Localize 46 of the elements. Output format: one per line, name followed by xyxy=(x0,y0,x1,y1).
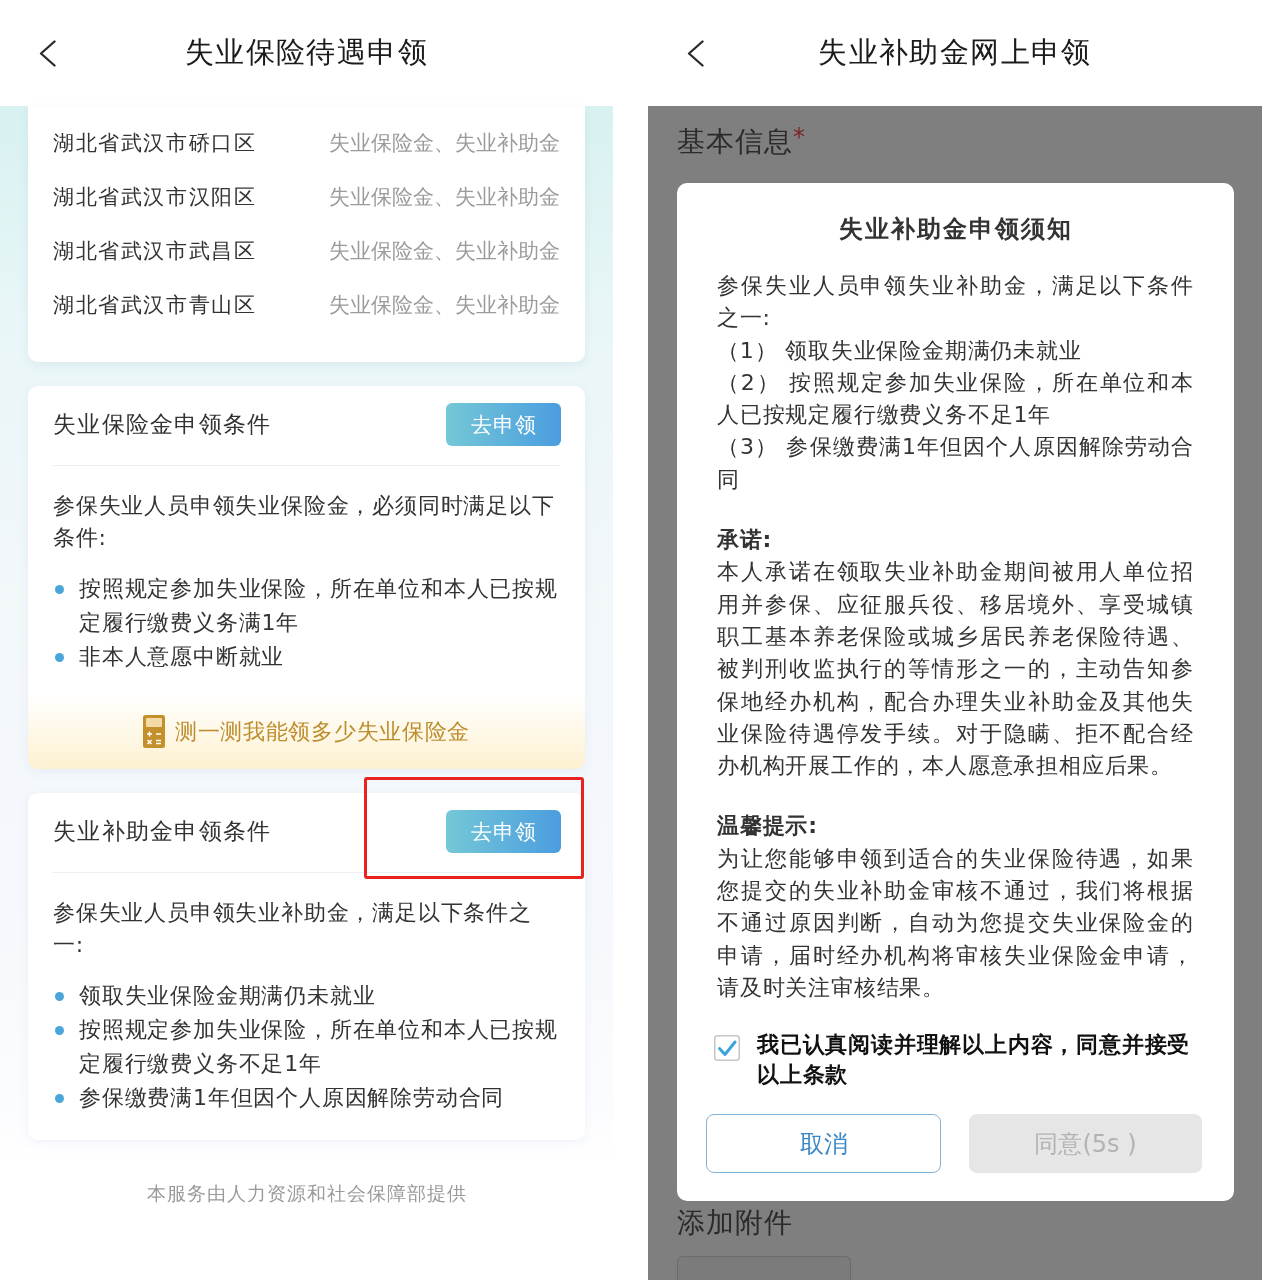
section-title: 添加附件 xyxy=(677,1205,794,1242)
region-name: 湖北省武汉市青山区 xyxy=(53,292,257,319)
benefit-types: 失业保险金、失业补助金 xyxy=(329,184,560,211)
chevron-left-icon[interactable] xyxy=(39,39,56,67)
cancel-button[interactable]: 取消 xyxy=(706,1114,941,1174)
bullet-icon xyxy=(55,584,64,594)
dialog-title: 失业补助金申领须知 xyxy=(837,214,1074,245)
provider-note: 本服务由人力资源和社会保障部提供 xyxy=(146,1182,467,1206)
required-mark: * xyxy=(793,122,806,152)
note-heading: 承诺: xyxy=(717,526,774,555)
page-title: 失业保险待遇申领 xyxy=(184,34,429,71)
chevron-left-icon[interactable] xyxy=(687,39,704,67)
bullet-icon xyxy=(55,1025,64,1035)
condition-text: 非本人意愿中断就业 xyxy=(79,643,285,671)
condition-text: 按照规定参加失业保险，所在单位和本人已按规定履行缴费义务不足1年 xyxy=(79,1016,559,1078)
section-title: 基本信息 xyxy=(677,124,793,160)
calculator-icon xyxy=(142,715,165,748)
condition-text: 按照规定参加失业保险，所在单位和本人已按规定履行缴费义务满1年 xyxy=(79,575,559,637)
bullet-icon xyxy=(55,652,64,662)
note-text: 为让您能够申领到适合的失业保险待遇，如果您提交的失业补助金审核不通过，我们将根据不通过原因判断，自动为您提交失业保险金的申请，届时经办机构将审核失业保险金申请，请及时关注审核结果。 xyxy=(717,844,1194,1002)
condition-intro: 参保失业人员申领失业保险金，必须同时满足以下条件: xyxy=(53,492,556,552)
apply-button[interactable]: 去申领 xyxy=(446,810,561,853)
page-title: 失业补助金网上申领 xyxy=(818,34,1092,71)
region-name: 湖北省武汉市汉阳区 xyxy=(53,184,257,211)
region-name: 湖北省武汉市硚口区 xyxy=(53,130,257,157)
condition-text: （3） 参保缴费满1年但因个人原因解除劳动合同 xyxy=(717,433,1194,494)
benefit-types: 失业保险金、失业补助金 xyxy=(329,292,560,319)
calculator-link[interactable]: 测一测我能领多少失业保险金 xyxy=(28,694,585,769)
checkbox[interactable] xyxy=(714,1035,740,1062)
note-heading: 温馨提示: xyxy=(717,812,819,841)
notice-intro: 参保失业人员申领失业补助金，满足以下条件之一: xyxy=(717,272,1194,333)
condition-text: （2） 按照规定参加失业保险，所在单位和本人已按规定履行缴费义务不足1年 xyxy=(717,368,1194,430)
benefit-types: 失业保险金、失业补助金 xyxy=(329,238,560,265)
condition-text: 参保缴费满1年但因个人原因解除劳动合同 xyxy=(79,1084,505,1112)
benefit-types: 失业保险金、失业补助金 xyxy=(329,130,560,157)
condition-text: 领取失业保险金期满仍未就业 xyxy=(79,982,376,1010)
condition-text: （1） 领取失业保险金期满仍未就业 xyxy=(717,336,1083,365)
note-text: 本人承诺在领取失业补助金期间被用人单位招用并参保、应征服兵役、移居境外、享受城镇职工基本养老保险或城乡居民养老保险待遇、被判刑收监执行的等情形之一的，主动告知参保地经办机构，配合办理失业补助金及其他失业保险待遇停发手续。对于隐瞒、拒不配合经办机构开展工作的，本人愿意承担相应后果。 xyxy=(717,558,1194,781)
section-title: 失业保险金申领条件 xyxy=(53,410,272,439)
section-title: 失业补助金申领条件 xyxy=(53,817,272,846)
region-name: 湖北省武汉市武昌区 xyxy=(53,238,257,265)
bullet-icon xyxy=(55,1093,64,1103)
bullet-icon xyxy=(55,991,64,1001)
condition-intro: 参保失业人员申领失业补助金，满足以下条件之一: xyxy=(53,899,533,959)
agreement-label: 我已认真阅读并理解以上内容，同意并接受以上条款 xyxy=(757,1031,1192,1090)
apply-button[interactable]: 去申领 xyxy=(446,403,561,446)
